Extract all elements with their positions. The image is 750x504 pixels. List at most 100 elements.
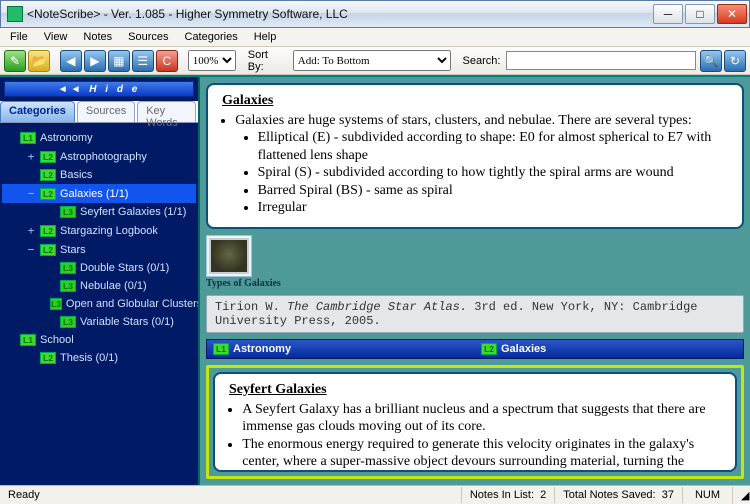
status-ready: Ready — [0, 487, 60, 503]
expand-icon[interactable]: + — [26, 224, 36, 237]
search-input[interactable] — [506, 51, 696, 70]
tree-node[interactable]: L1School — [2, 331, 196, 349]
tree-node[interactable]: L3Double Stars (0/1) — [2, 259, 196, 277]
breadcrumb: L1 Astronomy L2Galaxies — [206, 339, 744, 359]
level-badge: L1 — [20, 132, 36, 144]
tree-node-label: Open and Globular Clusters (0/1) — [66, 298, 198, 310]
menubar: FileViewNotesSourcesCategoriesHelp — [0, 28, 750, 47]
note-card-seyfert[interactable]: Seyfert Galaxies A Seyfert Galaxy has a … — [213, 372, 737, 472]
tree-node[interactable]: −L2 Galaxies (1/1) — [2, 184, 196, 203]
attachment-caption: Types of Galaxies — [206, 278, 744, 289]
level-badge: L2 — [40, 169, 56, 181]
sidebar-tab-key-words[interactable]: Key Words — [137, 101, 196, 122]
note-card-galaxies[interactable]: Galaxies Galaxies are huge systems of st… — [206, 83, 744, 229]
tree-node-label: Nebulae (0/1) — [80, 280, 194, 292]
level-badge: L3 — [60, 280, 76, 292]
tree-node[interactable]: +L2Stargazing Logbook — [2, 221, 196, 240]
note-bullet: The enormous energy required to generate… — [242, 436, 721, 472]
sidebar-tabs: CategoriesSourcesKey Words — [0, 101, 198, 123]
zoom-select[interactable]: 100% — [188, 50, 236, 71]
tree-node-label: Astronomy — [40, 132, 194, 144]
tree-node[interactable]: + L2 Astrophotography — [2, 147, 196, 166]
tree-node-label: Basics — [60, 169, 194, 181]
citation-author: Tirion W. — [215, 300, 287, 314]
breadcrumb-segment[interactable]: L2Galaxies — [475, 343, 743, 355]
open-button[interactable]: 📂 — [28, 50, 50, 72]
note-intro: Galaxies are huge systems of stars, clus… — [235, 113, 692, 128]
tree-node[interactable]: L2 Basics — [2, 166, 196, 184]
note-bullet-list: A Seyfert Galaxy has a brilliant nucleus… — [242, 401, 721, 472]
citation-bar: Tirion W. The Cambridge Star Atlas. 3rd … — [206, 295, 744, 333]
note-bullet: Irregular — [258, 199, 728, 217]
nav-next-button[interactable]: ▶ — [84, 50, 106, 72]
tree-node[interactable]: L1 Astronomy — [2, 129, 196, 147]
level-badge: L3 — [60, 262, 76, 274]
app-icon — [7, 6, 23, 22]
menu-file[interactable]: File — [2, 28, 36, 46]
note-title: Galaxies — [222, 93, 728, 110]
attachment-block: Types of Galaxies — [206, 235, 744, 289]
collapse-icon[interactable]: − — [26, 243, 36, 256]
level-badge: L3 — [60, 316, 76, 328]
resize-grip-icon[interactable]: ◢ — [732, 487, 750, 504]
refresh-button[interactable]: ↻ — [724, 50, 746, 72]
level-badge: L2 — [40, 188, 56, 200]
sidebar-tab-categories[interactable]: Categories — [0, 101, 75, 122]
delete-button[interactable]: C — [156, 50, 178, 72]
level-badge: L1 — [213, 343, 229, 355]
note-bullet: Barred Spiral (BS) - same as spiral — [258, 182, 728, 200]
tree-node-label: Seyfert Galaxies (1/1) — [80, 206, 194, 218]
grid-view-button[interactable]: ▦ — [108, 50, 130, 72]
breadcrumb-label: Astronomy — [233, 343, 291, 355]
tree-node[interactable]: L2Thesis (0/1) — [2, 349, 196, 367]
search-go-button[interactable]: 🔍 — [700, 50, 722, 72]
collapse-icon[interactable]: − — [26, 187, 36, 200]
tree-node[interactable]: L3Open and Globular Clusters (0/1) — [2, 295, 196, 313]
toolbar: ✎ 📂 ◀ ▶ ▦ ☰ C 100% Sort By: Add: To Bott… — [0, 47, 750, 75]
search-label: Search: — [453, 55, 505, 67]
galaxy-image-icon — [209, 238, 249, 274]
statusbar: Ready Notes In List: 2 Total Notes Saved… — [0, 485, 750, 504]
menu-view[interactable]: View — [36, 28, 76, 46]
note-title: Seyfert Galaxies — [229, 382, 721, 399]
menu-sources[interactable]: Sources — [120, 28, 176, 46]
nav-prev-button[interactable]: ◀ — [60, 50, 82, 72]
tree-node[interactable]: L3 Seyfert Galaxies (1/1) — [2, 203, 196, 221]
tree-node[interactable]: −L2 Stars — [2, 240, 196, 259]
minimize-button[interactable]: ─ — [653, 4, 683, 24]
menu-help[interactable]: Help — [246, 28, 285, 46]
menu-notes[interactable]: Notes — [75, 28, 120, 46]
tree-node-label: Stargazing Logbook — [60, 225, 194, 237]
sort-by-select[interactable]: Add: To Bottom — [293, 50, 451, 71]
close-button[interactable]: ✕ — [717, 4, 747, 24]
maximize-button[interactable]: □ — [685, 4, 715, 24]
tree-node-label: Astrophotography — [60, 151, 194, 163]
note-bullet: Spiral (S) - subdivided according to how… — [258, 164, 728, 182]
tree-node[interactable]: L3 Nebulae (0/1) — [2, 277, 196, 295]
new-note-button[interactable]: ✎ — [4, 50, 26, 72]
note-bullet: A Seyfert Galaxy has a brilliant nucleus… — [242, 401, 721, 436]
sidebar-hide-button[interactable]: ◄◄ H i d e — [4, 81, 194, 97]
sort-by-label: Sort By: — [238, 49, 291, 73]
note-bullet: Elliptical (E) - subdivided according to… — [258, 129, 728, 164]
level-badge: L3 — [60, 206, 76, 218]
tree-node-label: Thesis (0/1) — [60, 352, 194, 364]
attachment-thumbnail[interactable] — [206, 235, 252, 277]
selected-note-frame: Seyfert Galaxies A Seyfert Galaxy has a … — [206, 365, 744, 479]
status-numlock: NUM — [682, 487, 732, 503]
level-badge: L2 — [40, 151, 56, 163]
tree-node-label: Galaxies (1/1) — [60, 188, 194, 200]
breadcrumb-segment[interactable]: L1 Astronomy — [207, 343, 475, 355]
list-view-button[interactable]: ☰ — [132, 50, 154, 72]
category-tree[interactable]: L1Astronomy+L2AstrophotographyL2Basics−L… — [0, 125, 198, 485]
note-bullet-list: Elliptical (E) - subdivided according to… — [258, 129, 728, 217]
sidebar-tab-sources[interactable]: Sources — [77, 101, 135, 122]
window-controls: ─ □ ✕ — [653, 4, 747, 24]
window-title: <NoteScribe> - Ver. 1.085 - Higher Symme… — [27, 7, 653, 21]
expand-icon[interactable]: + — [26, 150, 36, 163]
level-badge: L2 — [40, 244, 56, 256]
menu-categories[interactable]: Categories — [177, 28, 246, 46]
tree-node-label: Stars — [60, 244, 194, 256]
tree-node[interactable]: L3Variable Stars (0/1) — [2, 313, 196, 331]
titlebar: <NoteScribe> - Ver. 1.085 - Higher Symme… — [0, 0, 750, 28]
